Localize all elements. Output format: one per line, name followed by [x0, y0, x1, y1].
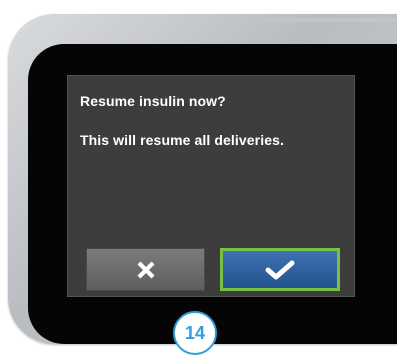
- dialog-title: Resume insulin now?: [80, 93, 226, 109]
- stage: Resume insulin now? This will resume all…: [0, 0, 397, 363]
- cancel-button[interactable]: [86, 248, 205, 291]
- device-screen: Resume insulin now? This will resume all…: [67, 75, 355, 297]
- confirm-button-face[interactable]: [223, 251, 337, 288]
- close-icon: [135, 259, 157, 281]
- step-number-badge: 14: [173, 311, 217, 355]
- dialog-message: This will resume all deliveries.: [80, 132, 284, 148]
- confirm-button[interactable]: [220, 248, 340, 291]
- checkmark-icon: [265, 259, 295, 281]
